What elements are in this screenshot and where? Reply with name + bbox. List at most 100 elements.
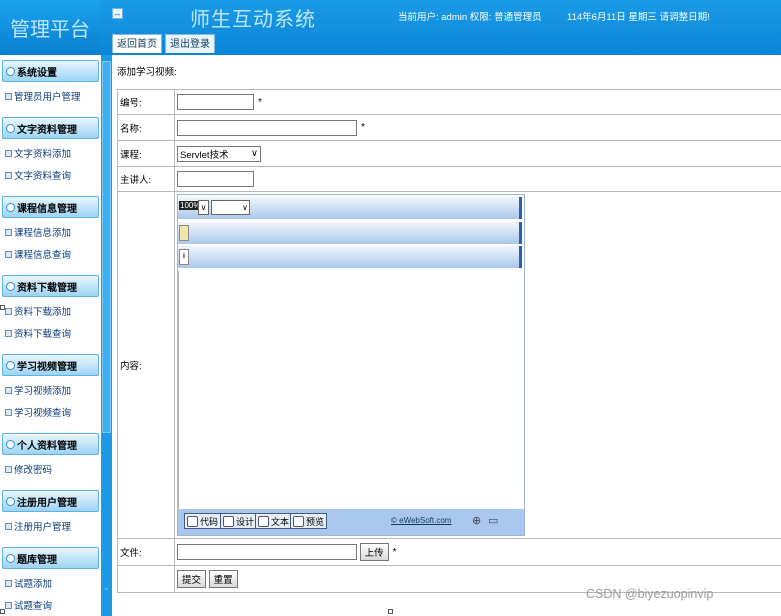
sidebar-group-system[interactable]: 系统设置 [2, 60, 99, 82]
sidebar-group-profile[interactable]: 个人资料管理 [2, 433, 99, 455]
sidebar-group-course[interactable]: 课程信息管理 [2, 196, 99, 218]
doc-icon [5, 408, 12, 416]
tab-home[interactable]: 返回首页 [112, 34, 162, 53]
speaker-label: 主讲人: [117, 166, 175, 192]
mode-design-button[interactable]: 设计 [220, 513, 258, 529]
mode-code-button[interactable]: 代码 [184, 513, 222, 529]
chevron-down-icon: ∨ [251, 148, 258, 159]
required-mark: * [392, 546, 397, 558]
zoom-out-icon[interactable]: ▭ [488, 514, 498, 527]
rich-text-editor: 100% ∨ ∨ i 代码 设计 文本 预览 © eWebSoft.com ⊕ … [177, 194, 525, 536]
reset-button[interactable]: 重置 [208, 570, 238, 588]
editor-toolbar-row-3: i [178, 246, 522, 268]
group-icon [6, 439, 15, 449]
sidebar-item-download-query[interactable]: 资料下载查询 [5, 326, 71, 340]
mode-text-button[interactable]: 文本 [255, 513, 293, 529]
sidebar-item-video-query[interactable]: 学习视频查询 [5, 405, 71, 419]
resize-handle-bottom-left[interactable] [0, 609, 5, 614]
doc-icon [5, 465, 12, 473]
info-icon[interactable]: i [179, 249, 189, 265]
group-icon [6, 553, 15, 563]
submit-button[interactable]: 提交 [177, 570, 207, 588]
doc-icon [5, 329, 12, 337]
resize-handle-bottom[interactable] [388, 609, 393, 614]
sidebar-item-question-add[interactable]: 试题添加 [5, 576, 52, 590]
file-label: 文件: [117, 538, 175, 566]
page-title: 添加学习视频: [117, 67, 177, 78]
design-icon [223, 515, 234, 527]
sidebar-item-text-add[interactable]: 文字资料添加 [5, 146, 71, 160]
code-icon [187, 515, 198, 527]
sidebar-group-text-materials[interactable]: 文字资料管理 [2, 117, 99, 139]
number-label: 编号: [117, 89, 175, 115]
zoom-in-icon[interactable]: ⊕ [472, 514, 481, 527]
actions-label-cell [117, 565, 175, 593]
doc-icon [5, 601, 12, 609]
sidebar-toggle-icon[interactable]: ↔ [112, 8, 123, 19]
sidebar-item-course-query[interactable]: 课程信息查询 [5, 247, 71, 261]
tab-logout[interactable]: 退出登录 [165, 34, 215, 53]
doc-icon [5, 579, 12, 587]
sidebar-scrollbar[interactable]: ⌄ [101, 55, 112, 616]
number-input[interactable] [177, 94, 254, 110]
name-input[interactable] [177, 119, 357, 136]
upload-button[interactable]: 上传 [359, 543, 389, 561]
sidebar-item-admin-users[interactable]: 管理员用户管理 [5, 89, 81, 103]
sidebar-item-change-password[interactable]: 修改密码 [5, 462, 52, 476]
sidebar-group-question-bank[interactable]: 题库管理 [2, 547, 99, 569]
name-label: 名称: [117, 114, 175, 141]
font-dropdown[interactable]: ∨ [211, 200, 250, 215]
sidebar-item-text-query[interactable]: 文字资料查询 [5, 168, 71, 182]
platform-logo: 管理平台 [0, 0, 100, 55]
sidebar-group-registered-users[interactable]: 注册用户管理 [2, 490, 99, 512]
sidebar-group-download[interactable]: 资料下载管理 [2, 275, 99, 297]
doc-icon [5, 386, 12, 394]
doc-icon [5, 171, 12, 179]
doc-icon [5, 228, 12, 236]
header-tabs: 返回首页 退出登录 [112, 34, 215, 53]
preview-icon [293, 515, 304, 527]
scrollbar-thumb[interactable] [102, 61, 111, 433]
editor-copyright-link[interactable]: © eWebSoft.com [391, 516, 451, 525]
editor-toolbar-row-1: 100% ∨ ∨ [178, 197, 522, 219]
resize-handle-left[interactable] [0, 305, 5, 310]
group-icon [6, 123, 15, 133]
system-title: 师生互动系统 [190, 7, 316, 31]
group-icon [6, 66, 15, 76]
sidebar-menu: 系统设置 管理员用户管理 文字资料管理 文字资料添加 文字资料查询 课程信息管理… [0, 55, 101, 616]
course-label: 课程: [117, 140, 175, 167]
doc-icon [5, 522, 12, 530]
required-mark: * [258, 96, 262, 108]
main-content: 添加学习视频: 编号: * 名称: * 课程: Servlet技术 ∨ 主讲人: … [112, 55, 781, 616]
watermark: CSDN @biyezuopinvip [586, 587, 714, 601]
doc-icon [5, 307, 12, 315]
scroll-down-icon[interactable]: ⌄ [103, 583, 110, 592]
speaker-input[interactable] [177, 171, 254, 187]
editor-content-area[interactable] [178, 271, 523, 509]
group-icon [6, 202, 15, 212]
sidebar-item-registered-users[interactable]: 注册用户管理 [5, 519, 71, 533]
course-select[interactable]: Servlet技术 ∨ [177, 145, 261, 162]
sidebar-item-course-add[interactable]: 课程信息添加 [5, 225, 71, 239]
sidebar-item-question-query[interactable]: 试题查询 [5, 598, 52, 612]
current-user-info: 当前用户: admin 权限: 普通管理员 [398, 12, 542, 23]
group-icon [6, 360, 15, 370]
editor-footer: 代码 设计 文本 预览 © eWebSoft.com ⊕ ▭ [178, 509, 524, 535]
doc-icon [5, 149, 12, 157]
zoom-dropdown[interactable]: ∨ [198, 200, 209, 215]
sidebar-item-video-add[interactable]: 学习视频添加 [5, 383, 71, 397]
date-info: 114年6月11日 星期三 请调整日期! [567, 12, 710, 23]
mode-preview-button[interactable]: 预览 [290, 513, 328, 529]
top-header: 管理平台 ↔ 师生互动系统 当前用户: admin 权限: 普通管理员 114年… [0, 0, 781, 55]
text-icon [258, 515, 269, 527]
sidebar-item-download-add[interactable]: 资料下载添加 [5, 304, 71, 318]
required-mark: * [361, 122, 365, 134]
sidebar: 系统设置 管理员用户管理 文字资料管理 文字资料添加 文字资料查询 课程信息管理… [0, 55, 112, 616]
file-path-input[interactable] [177, 544, 357, 560]
group-icon [6, 496, 15, 506]
sidebar-group-video[interactable]: 学习视频管理 [2, 354, 99, 376]
group-icon [6, 281, 15, 291]
doc-icon [5, 250, 12, 258]
video-add-form: 编号: * 名称: * 课程: Servlet技术 ∨ 主讲人: 内容: 100%… [117, 89, 781, 593]
image-icon[interactable] [179, 225, 189, 241]
